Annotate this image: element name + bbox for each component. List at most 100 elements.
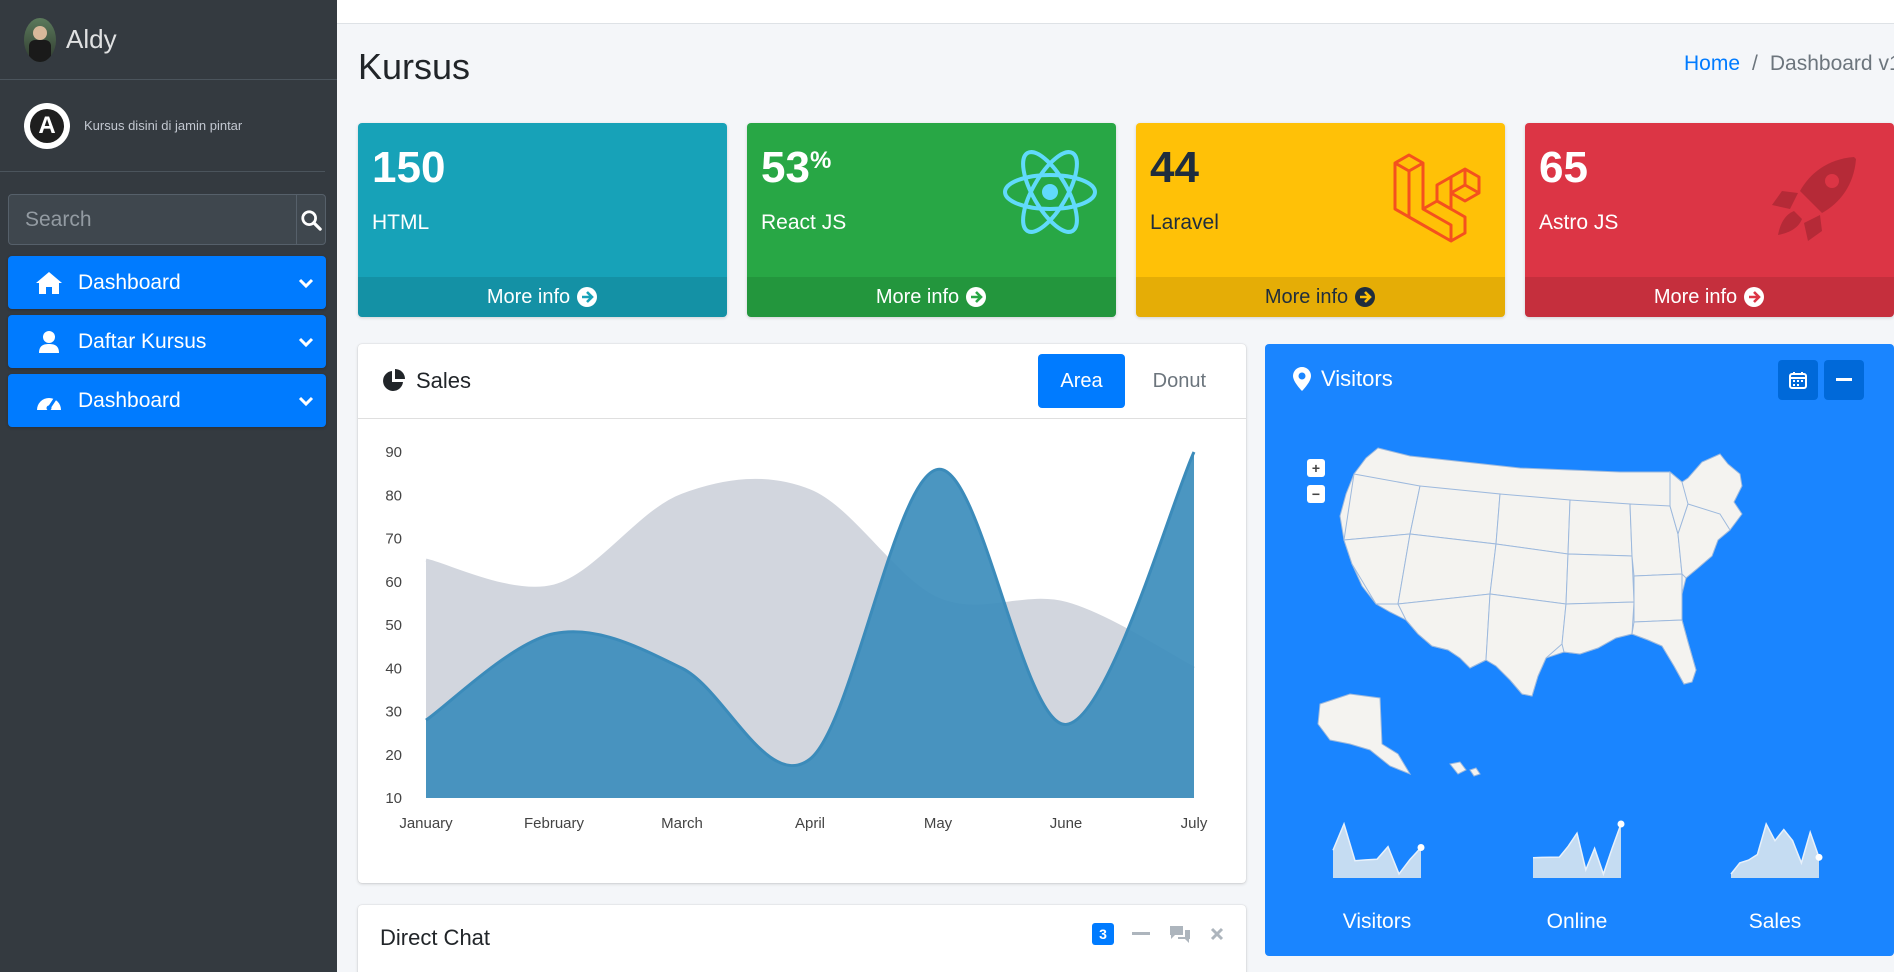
sidebar-item-dashboard-2[interactable]: Dashboard [8, 374, 326, 427]
laravel-icon [1393, 153, 1481, 243]
stat-label: Laravel [1150, 211, 1219, 234]
visitors-tools [1778, 360, 1864, 400]
comments-icon[interactable] [1168, 924, 1192, 944]
y-tick-label: 70 [385, 531, 402, 548]
more-info-label: More info [875, 285, 960, 308]
sidebar-nav: Dashboard Daftar Kursus Dashboard [8, 256, 326, 433]
search-icon [301, 209, 322, 231]
visitors-card: Visitors + − Visitors Online Sales [1265, 344, 1894, 956]
breadcrumb-home-link[interactable]: Home [1684, 52, 1740, 76]
sales-card: Sales Area Donut 10 20 30 40 50 60 70 80 90 Janua… [358, 344, 1246, 883]
x-tick-label: February [524, 815, 585, 832]
tab-area[interactable]: Area [1038, 354, 1125, 408]
y-tick-label: 30 [385, 704, 402, 721]
sidebar-item-label: Daftar Kursus [78, 329, 207, 353]
user-panel: A Kursus disini di jamin pintar [0, 80, 325, 172]
direct-chat-title: Direct Chat [380, 925, 491, 950]
more-info-label: More info [486, 285, 571, 308]
sparkline-online [1532, 820, 1625, 878]
minus-icon[interactable] [1132, 932, 1150, 936]
stat-box-laravel: 44 Laravel More info [1136, 123, 1505, 317]
more-info-label: More info [1264, 285, 1349, 308]
search-input[interactable] [9, 195, 296, 244]
x-tick-label: May [924, 815, 953, 832]
stat-value: 44 [1150, 143, 1199, 192]
react-icon [1003, 150, 1097, 234]
home-icon [34, 270, 64, 296]
chevron-down-icon [286, 395, 326, 407]
arrow-circle-right-icon [577, 287, 598, 307]
sparkline-area [1731, 824, 1819, 878]
sparkline-label-online: Online [1546, 910, 1608, 933]
message-count-badge: 3 [1092, 923, 1114, 945]
collapse-button[interactable] [1824, 360, 1864, 400]
search-button[interactable] [296, 195, 325, 244]
more-info-link[interactable]: More info [747, 277, 1116, 317]
more-info-label: More info [1653, 285, 1738, 308]
x-tick-label: June [1050, 815, 1083, 832]
more-info-link[interactable]: More info [1525, 277, 1894, 317]
chevron-down-icon [286, 336, 326, 348]
visitors-title: Visitors [1321, 366, 1393, 391]
top-navbar [337, 0, 1894, 24]
more-info-link[interactable]: More info [1136, 277, 1505, 317]
map-marker-icon [1293, 367, 1311, 391]
close-icon[interactable] [1210, 927, 1224, 941]
brand-link[interactable]: Aldy [0, 0, 337, 80]
stat-value: 150 [372, 143, 446, 192]
user-logo: A [24, 102, 70, 149]
stat-value: 53% [761, 143, 832, 192]
breadcrumb-current: Dashboard v1 [1769, 52, 1894, 75]
breadcrumb: Home / Dashboard v1 [1684, 52, 1894, 76]
more-info-link[interactable]: More info [358, 277, 727, 317]
sidebar-item-dashboard[interactable]: Dashboard [8, 256, 326, 309]
sales-card-title: Sales [380, 368, 471, 394]
usa-map [1317, 447, 1743, 777]
y-tick-label: 10 [385, 790, 402, 807]
minus-icon [1836, 378, 1852, 381]
sales-card-header: Sales Area Donut [358, 344, 1246, 419]
brand-name: Aldy [66, 24, 117, 54]
calendar-button[interactable] [1778, 360, 1818, 400]
rocket-icon [1772, 157, 1856, 241]
sidebar-item-label: Dashboard [78, 270, 181, 294]
y-tick-label: 60 [385, 574, 402, 591]
sparkline-label-visitors: Visitors [1342, 910, 1412, 933]
y-tick-label: 20 [385, 747, 402, 764]
sidebar: Aldy A Kursus disini di jamin pintar Das… [0, 0, 337, 972]
arrow-circle-right-icon [1355, 287, 1376, 307]
sparkline-sales [1730, 822, 1823, 878]
sales-area-chart: 10 20 30 40 50 60 70 80 90 January February March Ap… [385, 444, 1208, 832]
sales-tabs: Area Donut [1038, 354, 1228, 408]
chevron-down-icon [286, 277, 326, 289]
direct-chat-header: Direct Chat 3 [358, 905, 1246, 971]
sparkline-label-sales: Sales [1748, 910, 1802, 933]
sidebar-search [8, 194, 326, 245]
stat-label: Astro JS [1539, 211, 1619, 234]
x-tick-label: March [661, 815, 703, 832]
stat-label: React JS [761, 211, 847, 234]
y-tick-label: 80 [385, 487, 402, 504]
user-logo-letter: A [30, 108, 64, 143]
x-tick-label: April [795, 815, 825, 832]
direct-chat-tools: 3 [1092, 923, 1224, 945]
page-title: Kursus [358, 46, 471, 87]
pie-chart-icon [383, 369, 405, 391]
tachometer-icon [34, 388, 64, 414]
x-tick-label: July [1181, 815, 1208, 832]
user-tagline: Kursus disini di jamin pintar [84, 118, 243, 133]
y-tick-label: 50 [385, 617, 402, 634]
y-tick-label: 90 [385, 444, 402, 461]
stat-box-react: 53% React JS More info [747, 123, 1116, 317]
user-icon [34, 329, 64, 355]
stat-label: HTML [372, 211, 430, 234]
sparkline-end-dot [1815, 853, 1823, 861]
stat-box-astro: 65 Astro JS More info [1525, 123, 1894, 317]
stat-value: 65 [1539, 143, 1588, 192]
sparkline-visitors [1332, 821, 1425, 878]
direct-chat-card: Direct Chat 3 [358, 905, 1246, 972]
sparkline-end-dot [1617, 820, 1625, 828]
x-tick-label: January [399, 815, 453, 832]
sidebar-item-daftar-kursus[interactable]: Daftar Kursus [8, 315, 326, 368]
tab-donut[interactable]: Donut [1131, 354, 1228, 408]
